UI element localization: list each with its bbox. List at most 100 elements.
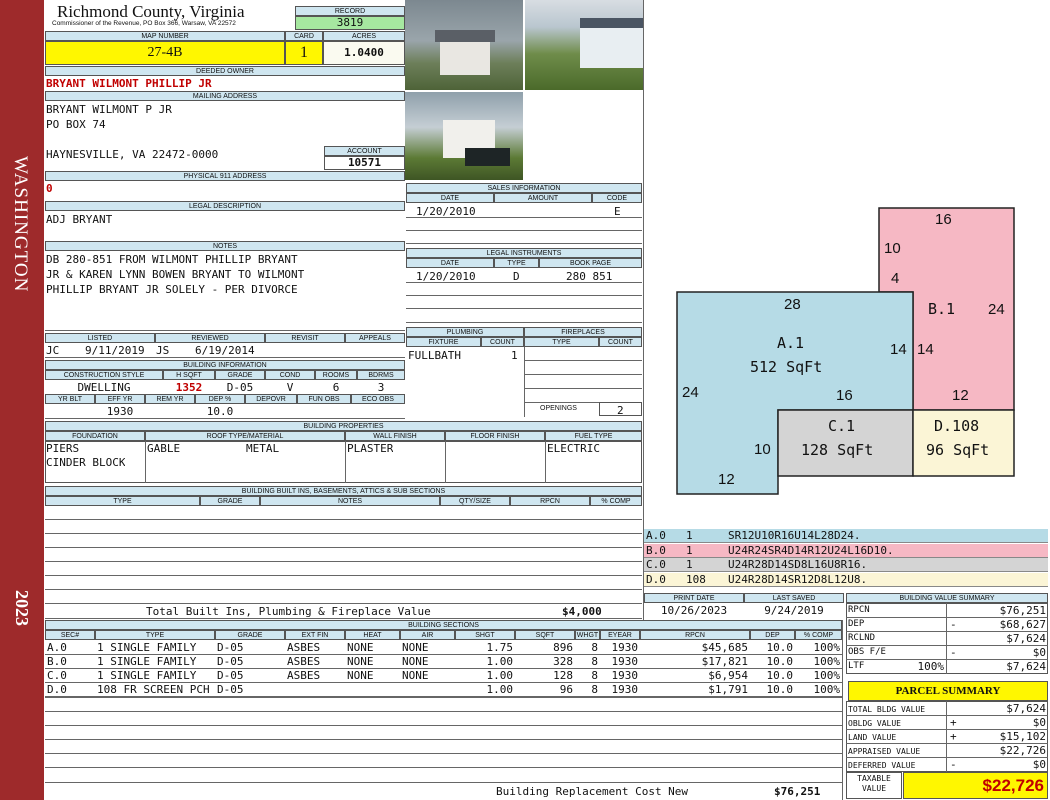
revisit-header: REVISIT (265, 333, 345, 343)
print-date-label: PRINT DATE (644, 593, 744, 603)
dim-b-top: 16 (935, 211, 952, 228)
sketch-d-area: 96 SqFt (926, 441, 990, 459)
fuel-header: FUEL TYPE (545, 431, 642, 441)
house-photo-1 (405, 0, 523, 90)
sales-code-header: CODE (592, 193, 642, 203)
builtins-rpcn-header: RPCN (510, 496, 590, 506)
vector-path: SR12U10R16U14L28D24. (728, 529, 861, 542)
floor-header: FLOOR FINISH (445, 431, 545, 441)
fuel-type: ELECTRIC (547, 442, 600, 455)
notes-label: NOTES (45, 241, 405, 251)
dim-a-top: 28 (784, 296, 801, 313)
sections-header-cell: SQFT (515, 630, 575, 640)
ecoobs-header: ECO OBS (351, 394, 405, 404)
taxable-label-1: TAXABLE (857, 774, 891, 783)
builtins-notes-header: NOTES (260, 496, 440, 506)
appeals-header: APPEALS (345, 333, 405, 343)
deferred-value: $0 (1032, 758, 1046, 771)
dim-b-right: 24 (988, 301, 1005, 318)
total-bldg-label: TOTAL BLDG VALUE (848, 705, 926, 714)
print-date: 10/26/2023 (660, 604, 728, 617)
dim-b-left-bottom: 4 (891, 270, 900, 287)
account-value: 10571 (324, 156, 405, 170)
dim-a-left: 24 (682, 384, 699, 401)
section-cell: $17,821 (701, 655, 748, 668)
rclnd-label: RCLND (848, 633, 876, 643)
roof-header: ROOF TYPE/MATERIAL (145, 431, 345, 441)
instruments-date-header: DATE (406, 258, 494, 268)
fireplaces-openings: 2 (617, 404, 624, 417)
section-cell: 100% (813, 669, 841, 682)
vector-count: 108 (686, 572, 706, 586)
section-cell: 1 SINGLE FAMILY (97, 641, 197, 654)
bdrms-value: 3 (377, 381, 385, 394)
section-cell: 1.00 (486, 655, 514, 668)
notes-line-3: PHILLIP BRYANT JR SOLELY - PER DIVORCE (46, 283, 298, 296)
sales-label: SALES INFORMATION (406, 183, 642, 193)
dim-b-inner: 14 (917, 341, 934, 358)
wall-finish: PLASTER (347, 442, 394, 455)
vector-path: U24R28D14SD8L16U8R16. (728, 558, 868, 571)
replacement-cost-value: $76,251 (774, 785, 821, 798)
side-band (0, 0, 44, 800)
dep-value: 10.0 (206, 405, 234, 418)
section-cell: A.0 (47, 641, 67, 654)
card-label: CARD (285, 31, 323, 41)
section-cell: D-05 (217, 655, 244, 668)
section-cell: 8 (591, 655, 598, 668)
mailing-line-1: BRYANT WILMONT P JR (46, 103, 172, 116)
section-cell: D-05 (217, 669, 244, 682)
section-cell: 1930 (611, 669, 639, 682)
sections-header-cell: GRADE (215, 630, 285, 640)
vector-count: 1 (686, 543, 693, 557)
sketch-a-name: A.1 (777, 334, 805, 352)
vector-row: C.0 1 U24R28D14SD8L16U8R16. (644, 558, 1048, 572)
obs-value: $0 (1032, 646, 1046, 659)
sections-header-cell: SHGT (455, 630, 515, 640)
section-cell: $1,791 (708, 683, 748, 696)
dim-a-bottom: 16 (836, 387, 853, 404)
fireplaces-openings-label: OPENINGS (540, 405, 577, 412)
reviewed-header: REVIEWED (155, 333, 265, 343)
grade-header: GRADE (215, 370, 265, 380)
funobs-header: FUN OBS (297, 394, 351, 404)
sections-header-cell: TYPE (95, 630, 215, 640)
sketch-c-area: 128 SqFt (801, 441, 874, 459)
section-cell: 1.00 (486, 683, 514, 696)
fireplaces-label: FIREPLACES (524, 327, 642, 337)
vector-path: U24R28D14SR12D8L12U8. (728, 572, 868, 586)
sections-header-cell: EXT FIN (285, 630, 345, 640)
ltf-value: $7,624 (1006, 660, 1046, 673)
mailing-line-3: HAYNESVILLE, VA 22472-0000 (46, 148, 219, 161)
plumbing-fixture: FULLBATH (408, 349, 461, 362)
appraised-value: $22,726 (999, 744, 1046, 757)
section-cell: NONE (402, 641, 429, 654)
section-cell: 10.0 (766, 641, 794, 654)
sales-amount-header: AMOUNT (494, 193, 592, 203)
account-label: ACCOUNT (324, 146, 405, 156)
effyr-value: 1930 (106, 405, 134, 418)
physical-address-label: PHYSICAL 911 ADDRESS (45, 171, 405, 181)
section-cell: 10.0 (766, 655, 794, 668)
section-cell: 1930 (611, 655, 639, 668)
builtins-pct-header: % COMP (590, 496, 642, 506)
sections-header-cell: EYEAR (600, 630, 640, 640)
roof-type: GABLE (147, 442, 181, 455)
bdrms-header: BDRMS (357, 370, 405, 380)
builtins-label: BUILDING BUILT INS, BASEMENTS, ATTICS & … (45, 486, 642, 496)
rpcn-label: RPCN (848, 605, 870, 615)
builtins-grade-header: GRADE (200, 496, 260, 506)
section-cell: D-05 (217, 683, 244, 696)
builtins-type-header: TYPE (45, 496, 200, 506)
roof-material: METAL (246, 442, 280, 455)
sketch-a-area: 512 SqFt (750, 358, 823, 376)
section-cell: $6,954 (708, 669, 748, 682)
section-cell: $45,685 (701, 641, 748, 654)
remyr-header: REM YR (145, 394, 195, 404)
section-cell: 1.00 (486, 669, 514, 682)
grade-value: D-05 (226, 381, 254, 394)
dim-b-bottom: 12 (952, 387, 969, 404)
fireplaces-type-header: TYPE (524, 337, 599, 347)
depovr-header: DEPOVR (245, 394, 297, 404)
section-cell: 8 (591, 669, 598, 682)
